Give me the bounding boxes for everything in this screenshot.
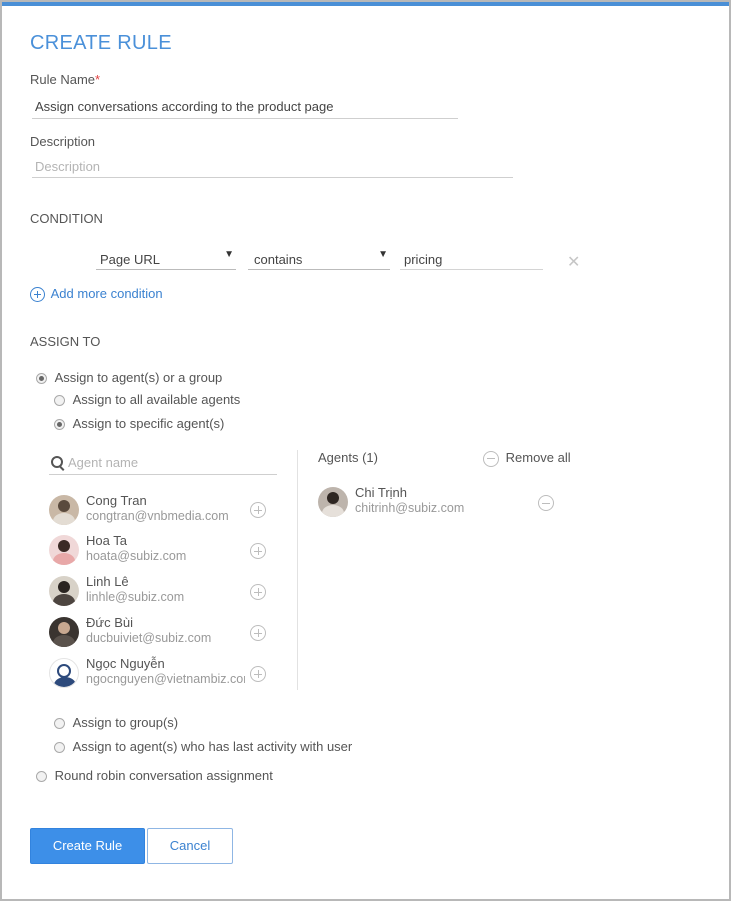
minus-circle-icon [483, 450, 499, 467]
add-agent-icon[interactable] [250, 625, 266, 641]
condition-value: pricing [404, 252, 443, 267]
agent-email: linhle@subiz.com [86, 590, 185, 604]
option-groups-label: Assign to group(s) [72, 715, 179, 730]
rule-name-value: Assign conversations according to the pr… [35, 99, 334, 114]
rule-name-label-text: Rule Name [30, 72, 96, 87]
agent-row-ngoc-nguyen[interactable]: Ngọc Nguyễn ngocnguyen@vietnambiz.com [49, 656, 274, 692]
option-round-robin[interactable]: Round robin conversation assignment [36, 768, 273, 783]
add-more-condition-link[interactable]: Add more condition [30, 286, 163, 303]
condition-value-input[interactable]: pricing [400, 250, 543, 270]
agent-name: Linh Lê [86, 574, 129, 589]
avatar [49, 576, 79, 606]
description-placeholder: Description [35, 159, 101, 174]
page-title: CREATE RULE [30, 32, 172, 54]
chevron-down-icon: ▼ [378, 249, 388, 260]
remove-condition-icon[interactable]: ✕ [567, 252, 580, 272]
add-agent-icon[interactable] [250, 502, 266, 518]
condition-operator-select[interactable]: contains ▼ [248, 249, 390, 270]
avatar [49, 495, 79, 525]
agent-name: Hoa Ta [86, 533, 127, 548]
agent-row-cong-tran[interactable]: Cong Tran congtran@vnbmedia.com [49, 493, 274, 529]
selected-agent-chi-trinh: Chi Trịnh chitrinh@subiz.com [318, 485, 558, 521]
chevron-down-icon: ▼ [224, 249, 234, 260]
agent-name: Đức Bùi [86, 615, 133, 630]
radio-icon [54, 718, 65, 730]
agent-row-linh-le[interactable]: Linh Lê linhle@subiz.com [49, 574, 274, 610]
description-input[interactable]: Description [32, 157, 513, 178]
condition-operator-value: contains [254, 252, 303, 267]
picker-divider [297, 450, 298, 690]
add-agent-icon[interactable] [250, 543, 266, 559]
option-agents-or-group-label: Assign to agent(s) or a group [54, 370, 223, 385]
selected-agents-header: Agents (1) [318, 450, 378, 465]
condition-field-select[interactable]: Page URL ▼ [96, 249, 236, 270]
top-accent-bar [2, 2, 729, 6]
assign-to-section-label: ASSIGN TO [30, 334, 101, 349]
condition-field-value: Page URL [100, 252, 160, 267]
agent-row-hoa-ta[interactable]: Hoa Ta hoata@subiz.com [49, 533, 274, 569]
agent-name: Chi Trịnh [355, 485, 408, 500]
agent-email: ducbuiviet@subiz.com [86, 631, 212, 645]
option-round-robin-label: Round robin conversation assignment [54, 768, 273, 783]
agent-search-input[interactable]: Agent name [49, 452, 277, 475]
radio-icon [54, 742, 65, 754]
remove-all-label: Remove all [505, 450, 571, 465]
required-mark: * [95, 72, 101, 87]
agent-email: congtran@vnbmedia.com [86, 509, 229, 523]
radio-selected-icon [54, 419, 65, 431]
search-icon [51, 456, 63, 468]
add-more-condition-text: Add more condition [50, 286, 163, 301]
cancel-button[interactable]: Cancel [147, 828, 233, 864]
rule-name-label: Rule Name* [30, 72, 100, 87]
condition-section-label: CONDITION [30, 211, 103, 226]
remove-agent-icon[interactable] [538, 495, 554, 511]
option-specific-agents[interactable]: Assign to specific agent(s) [54, 416, 224, 431]
agent-email: chitrinh@subiz.com [355, 501, 465, 515]
agent-row-duc-bui[interactable]: Đức Bùi ducbuiviet@subiz.com [49, 615, 274, 651]
option-groups[interactable]: Assign to group(s) [54, 715, 178, 730]
agent-email: ngocnguyen@vietnambiz.com [86, 672, 245, 686]
option-all-available-label: Assign to all available agents [72, 392, 241, 407]
add-agent-icon[interactable] [250, 584, 266, 600]
agent-name: Cong Tran [86, 493, 147, 508]
agent-email: hoata@subiz.com [86, 549, 187, 563]
avatar [49, 617, 79, 647]
option-last-activity-label: Assign to agent(s) who has last activity… [72, 739, 353, 754]
option-specific-agents-label: Assign to specific agent(s) [72, 416, 225, 431]
add-agent-icon[interactable] [250, 666, 266, 682]
avatar [49, 535, 79, 565]
create-rule-button[interactable]: Create Rule [30, 828, 145, 864]
agent-search-placeholder: Agent name [68, 455, 139, 470]
radio-icon [54, 395, 65, 407]
option-agents-or-group[interactable]: Assign to agent(s) or a group [36, 370, 222, 385]
avatar [318, 487, 348, 517]
create-rule-panel: CREATE RULE Rule Name* Assign conversati… [0, 0, 731, 901]
option-last-activity[interactable]: Assign to agent(s) who has last activity… [54, 739, 352, 754]
avatar [49, 658, 79, 688]
rule-name-input[interactable]: Assign conversations according to the pr… [32, 98, 458, 119]
description-label: Description [30, 134, 96, 149]
add-circle-icon [30, 287, 45, 303]
remove-all-button[interactable]: Remove all [483, 450, 571, 467]
option-all-available[interactable]: Assign to all available agents [54, 392, 240, 407]
agent-name: Ngọc Nguyễn [86, 656, 165, 671]
radio-icon [36, 771, 47, 783]
radio-selected-icon [36, 373, 47, 385]
